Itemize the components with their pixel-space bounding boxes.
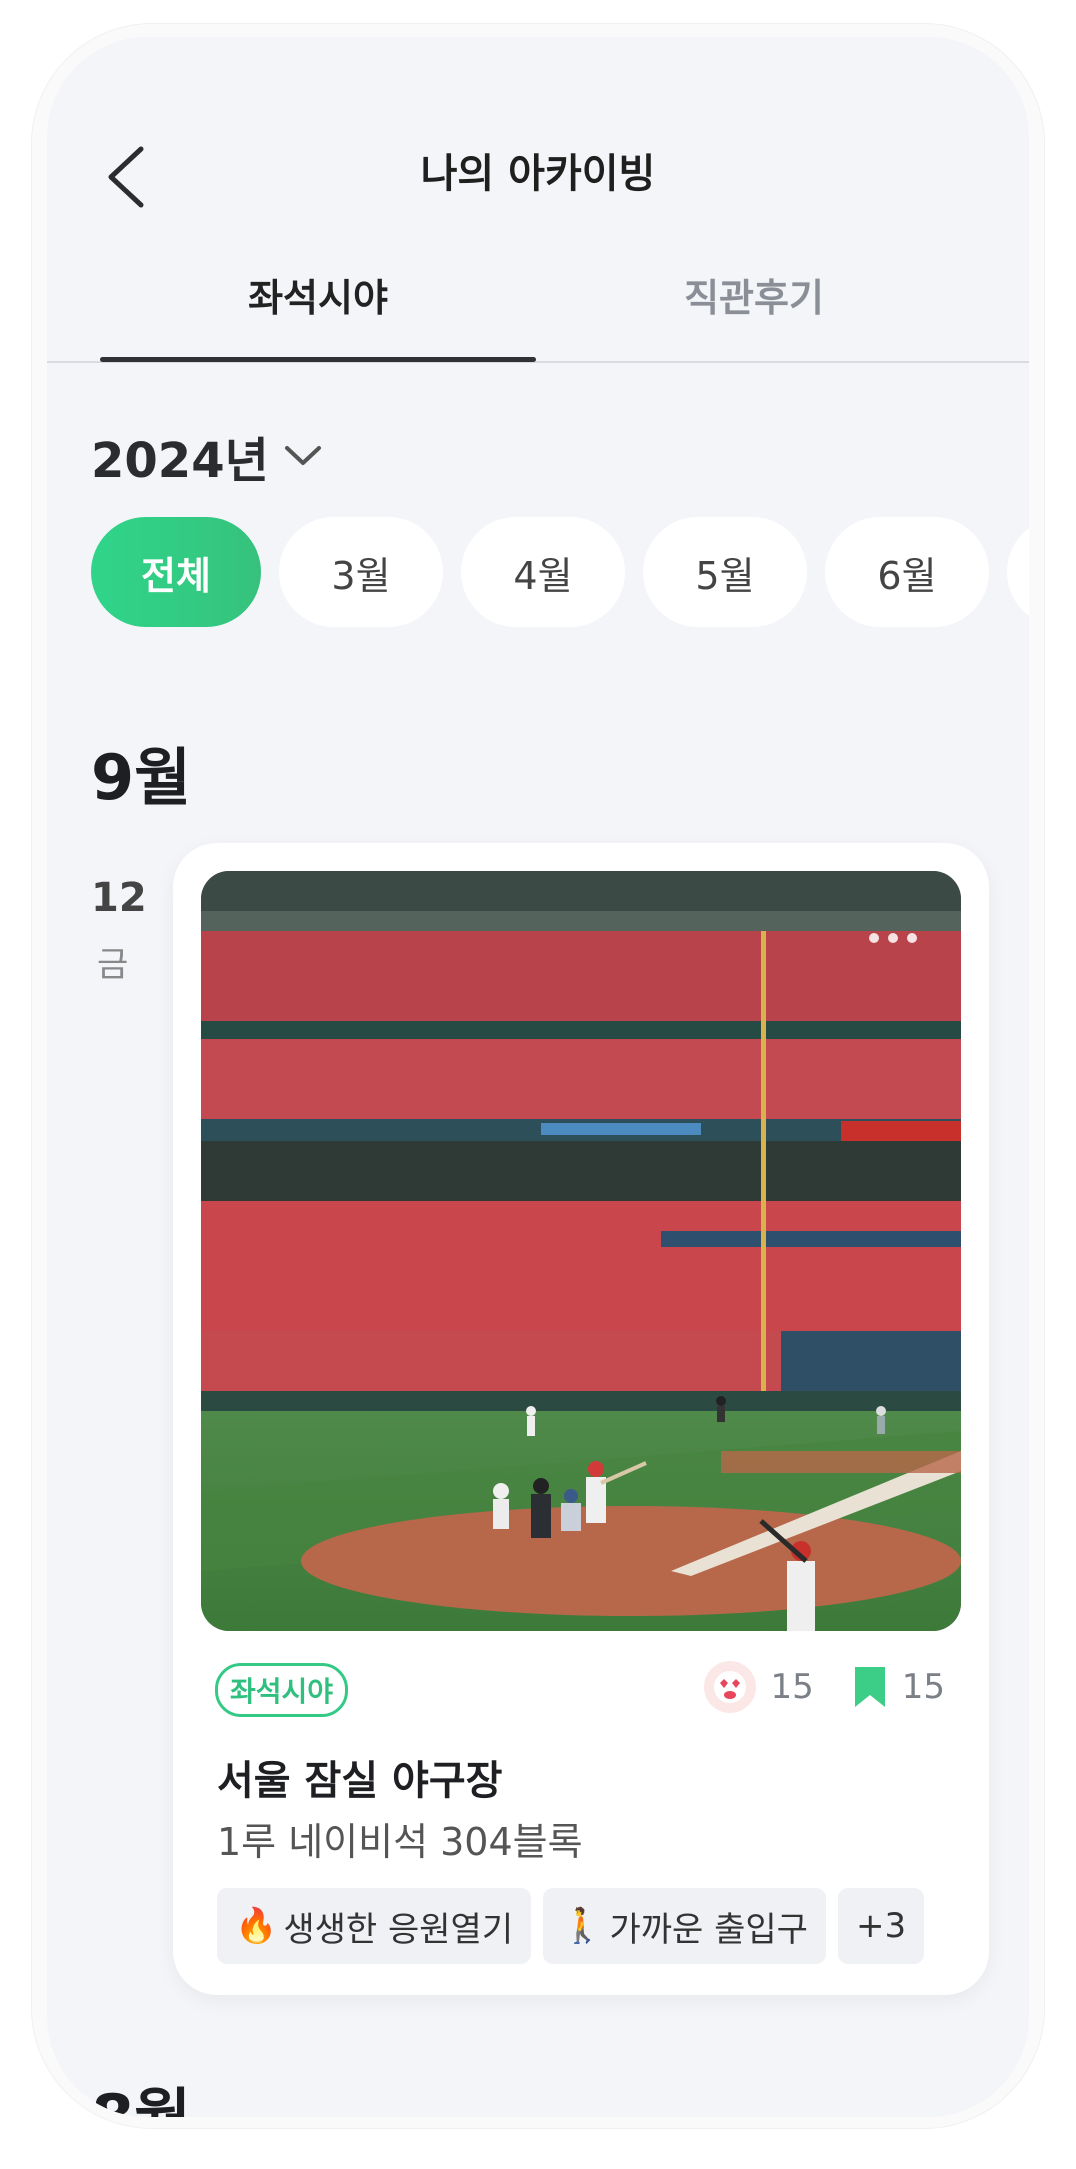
archive-card[interactable]: 좌석시야 15 15 서울 잠실 야구장 1루 네이비석 304블록 🔥 생생한… xyxy=(173,843,989,1995)
month-heading: 9월 xyxy=(91,741,192,814)
seat-info: 1루 네이비석 304블록 xyxy=(217,1820,583,1864)
stadium-photo xyxy=(201,871,961,1631)
chip-march[interactable]: 3월 xyxy=(279,517,443,627)
more-dots-icon xyxy=(869,933,879,943)
year-selector[interactable]: 2024년 xyxy=(91,421,325,491)
chip-april[interactable]: 4월 xyxy=(461,517,625,627)
tag-label: 생생한 응원열기 xyxy=(283,1909,514,1950)
chip-all[interactable]: 전체 xyxy=(91,517,261,627)
more-tags-chip[interactable]: +3 xyxy=(837,1888,925,1964)
app-screen: 나의 아카이빙 좌석시야 직관후기 2024년 전체 3월 4월 5월 6월 9… xyxy=(47,37,1029,2117)
chip-may[interactable]: 5월 xyxy=(643,517,807,627)
tag-chip[interactable]: 🔥 생생한 응원열기 xyxy=(217,1888,532,1964)
month-heading: 8월 xyxy=(91,2067,191,2117)
tab-bar: 좌석시야 직관후기 xyxy=(47,267,1029,347)
tag-label: 가까운 출입구 xyxy=(609,1909,808,1950)
month-filter-chips: 전체 3월 4월 5월 6월 xyxy=(91,517,1029,627)
tag-chip[interactable]: 🚶 가까운 출입구 xyxy=(543,1888,826,1964)
more-options-button[interactable] xyxy=(869,933,917,943)
chip-more[interactable] xyxy=(1007,517,1029,627)
bookmark-count: 15 xyxy=(901,1667,945,1707)
walking-person-icon: 🚶 xyxy=(561,1906,604,1946)
reaction-count: 15 xyxy=(770,1667,814,1707)
tag-label: +3 xyxy=(855,1906,907,1946)
chip-june[interactable]: 6월 xyxy=(825,517,989,627)
page-title: 나의 아카이빙 xyxy=(420,151,656,197)
tab-game-review[interactable]: 직관후기 xyxy=(536,267,972,322)
entry-weekday: 금 xyxy=(97,945,129,985)
fire-icon: 🔥 xyxy=(235,1906,278,1946)
category-badge: 좌석시야 xyxy=(215,1663,349,1717)
bookmark-icon[interactable] xyxy=(852,1664,888,1710)
stadium-name: 서울 잠실 야구장 xyxy=(217,1758,503,1804)
entry-day: 12 xyxy=(91,875,147,921)
tag-list: 🔥 생생한 응원열기 🚶 가까운 출입구 +3 xyxy=(217,1888,925,1964)
tab-active-indicator xyxy=(100,357,536,362)
chevron-down-icon xyxy=(284,446,321,465)
card-stats: 15 15 xyxy=(704,1661,945,1713)
year-label: 2024년 xyxy=(91,433,269,489)
heart-eyes-face-icon[interactable] xyxy=(704,1661,757,1713)
tab-seat-view[interactable]: 좌석시야 xyxy=(100,267,536,322)
